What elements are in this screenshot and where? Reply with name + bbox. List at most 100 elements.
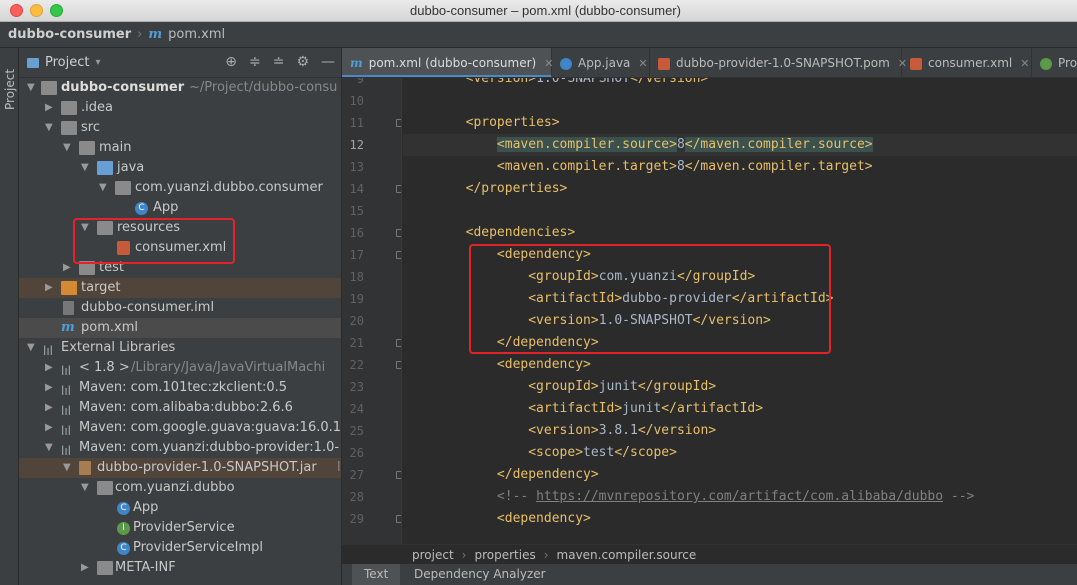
tree-item-dubbo-lib[interactable]: ▶ lıl Maven: com.alibaba:dubbo:2.6.6 [19,398,341,418]
code-area[interactable]: <version>1.0-SNAPSHOT</version> <propert… [403,78,1077,544]
nav-file[interactable]: pom.xml [168,27,225,42]
code-line[interactable]: <groupId>junit</groupId> [403,376,1077,398]
code-line[interactable]: <maven.compiler.source>8</maven.compiler… [403,134,1077,156]
chevron-right-icon[interactable]: ▶ [45,98,55,118]
project-panel-title[interactable]: Project [45,55,89,70]
expand-all-icon[interactable]: ≑ [249,54,261,70]
chevron-right-icon[interactable]: ▶ [45,378,55,398]
tab-consumer-xml[interactable]: consumer.xml ✕ [902,48,1032,77]
tree-item-consumer-package[interactable]: ▼ com.yuanzi.dubbo.consumer [19,178,341,198]
tab-text[interactable]: Text [352,564,401,585]
code-line[interactable]: <version>3.8.1</version> [403,420,1077,442]
fold-marker-icon[interactable] [396,515,401,523]
tree-item-consumer-xml[interactable]: consumer.xml [19,238,341,258]
breadcrumb-properties[interactable]: properties [474,548,535,562]
tree-item-guava[interactable]: ▶ lıl Maven: com.google.guava:guava:16.0… [19,418,341,438]
gear-icon[interactable]: ⚙ [296,54,309,70]
code-line[interactable]: <version>1.0-SNAPSHOT</version> [403,78,1077,90]
line-number: 27 [349,468,364,482]
chevron-down-icon[interactable]: ▾ [95,57,100,68]
chevron-down-icon[interactable]: ▼ [45,118,55,138]
fold-marker-icon[interactable] [396,471,401,479]
code-line[interactable] [403,200,1077,222]
tree-item-test[interactable]: ▶ test [19,258,341,278]
code-line[interactable]: <!-- https://mvnrepository.com/artifact/… [403,486,1077,508]
tree-item-dubbo-provider-lib[interactable]: ▼ lıl Maven: com.yuanzi:dubbo-provider:1… [19,438,341,458]
tree-item-external-libraries[interactable]: ▼ lıl External Libraries [19,338,341,358]
chevron-down-icon[interactable]: ▼ [45,438,55,458]
code-line[interactable]: <scope>test</scope> [403,442,1077,464]
chevron-down-icon[interactable]: ▼ [81,478,91,498]
tree-item-dubbo-package[interactable]: ▼ com.yuanzi.dubbo [19,478,341,498]
line-number: 13 [349,160,364,174]
tree-item-meta-inf[interactable]: ▶ META-INF [19,558,341,578]
chevron-right-icon[interactable]: ▶ [45,278,55,298]
tree-item-java[interactable]: ▼ java [19,158,341,178]
code-line[interactable]: <dependency> [403,354,1077,376]
fold-marker-icon[interactable] [396,185,401,193]
hide-panel-icon[interactable]: — [321,54,335,70]
chevron-down-icon[interactable]: ▼ [27,338,37,358]
tree-item-src[interactable]: ▼ src [19,118,341,138]
fold-marker-icon[interactable] [396,361,401,369]
tree-item-resources[interactable]: ▼ resources [19,218,341,238]
tree-item-jdk[interactable]: ▶ lıl < 1.8 > /Library/Java/JavaVirtualM… [19,358,341,378]
nav-project-root[interactable]: dubbo-consumer [8,27,131,42]
chevron-right-icon[interactable]: ▶ [63,258,73,278]
tree-item-app[interactable]: C App [19,198,341,218]
tab-provider-pom[interactable]: dubbo-provider-1.0-SNAPSHOT.pom ✕ [650,48,907,77]
code-line[interactable] [403,90,1077,112]
chevron-down-icon[interactable]: ▼ [27,78,37,98]
tab-pom-xml[interactable]: m pom.xml (dubbo-consumer) ✕ [342,48,553,77]
code-line[interactable]: <artifactId>dubbo-provider</artifactId> [403,288,1077,310]
locate-icon[interactable]: ⊕ [225,54,237,70]
chevron-down-icon[interactable]: ▼ [63,458,73,478]
tab-dependency-analyzer[interactable]: Dependency Analyzer [402,564,558,585]
tab-provider-service[interactable]: Pro [1032,48,1077,77]
code-line[interactable]: <artifactId>junit</artifactId> [403,398,1077,420]
chevron-down-icon[interactable]: ▼ [63,138,73,158]
chevron-down-icon[interactable]: ▼ [81,158,91,178]
code-line[interactable]: <dependencies> [403,222,1077,244]
project-tool-tab[interactable]: Project [2,56,17,126]
chevron-down-icon[interactable]: ▼ [99,178,109,198]
tree-item-idea[interactable]: ▶ .idea [19,98,341,118]
tree-item-main[interactable]: ▼ main [19,138,341,158]
code-line[interactable]: <version>1.0-SNAPSHOT</version> [403,310,1077,332]
class-icon: C [117,502,130,515]
tab-app-java[interactable]: App.java ✕ [552,48,650,77]
fold-marker-icon[interactable] [396,251,401,259]
tree-item-provider-service-impl[interactable]: C ProviderServiceImpl [19,538,341,558]
code-line[interactable]: <dependency> [403,244,1077,266]
tree-item-target[interactable]: ▶ target [19,278,341,298]
code-line[interactable]: <groupId>com.yuanzi</groupId> [403,266,1077,288]
code-line[interactable]: <properties> [403,112,1077,134]
code-line[interactable]: </properties> [403,178,1077,200]
tree-item-iml[interactable]: dubbo-consumer.iml [19,298,341,318]
tree-item-provider-app[interactable]: C App [19,498,341,518]
editor-tabs: m pom.xml (dubbo-consumer) ✕ App.java ✕ dub… [342,48,1077,78]
fold-marker-icon[interactable] [396,339,401,347]
tree-item-provider-service[interactable]: I ProviderService [19,518,341,538]
tree-item-zkclient[interactable]: ▶ lıl Maven: com.101tec:zkclient:0.5 [19,378,341,398]
chevron-right-icon[interactable]: ▶ [45,358,55,378]
fold-marker-icon[interactable] [396,119,401,127]
code-line[interactable]: <dependency> [403,508,1077,530]
collapse-all-icon[interactable]: ≐ [273,54,285,70]
library-icon: lıl [61,424,72,438]
close-icon[interactable]: ✕ [638,57,647,70]
tree-item-dubbo-consumer[interactable]: ▼ dubbo-consumer ~/Project/dubbo-consu [19,78,341,98]
code-line[interactable]: </dependency> [403,464,1077,486]
code-line[interactable]: </dependency> [403,332,1077,354]
chevron-down-icon[interactable]: ▼ [81,218,91,238]
chevron-right-icon[interactable]: ▶ [45,398,55,418]
chevron-right-icon[interactable]: ▶ [81,558,91,578]
tree-item-provider-jar[interactable]: ▼ dubbo-provider-1.0-SNAPSHOT.jar l [19,458,341,478]
fold-marker-icon[interactable] [396,229,401,237]
close-icon[interactable]: ✕ [1020,57,1029,70]
chevron-right-icon[interactable]: ▶ [45,418,55,438]
breadcrumb-compiler-source[interactable]: maven.compiler.source [557,548,697,562]
code-line[interactable]: <maven.compiler.target>8</maven.compiler… [403,156,1077,178]
tree-item-pom[interactable]: m pom.xml [19,318,341,338]
breadcrumb-project[interactable]: project [412,548,454,562]
